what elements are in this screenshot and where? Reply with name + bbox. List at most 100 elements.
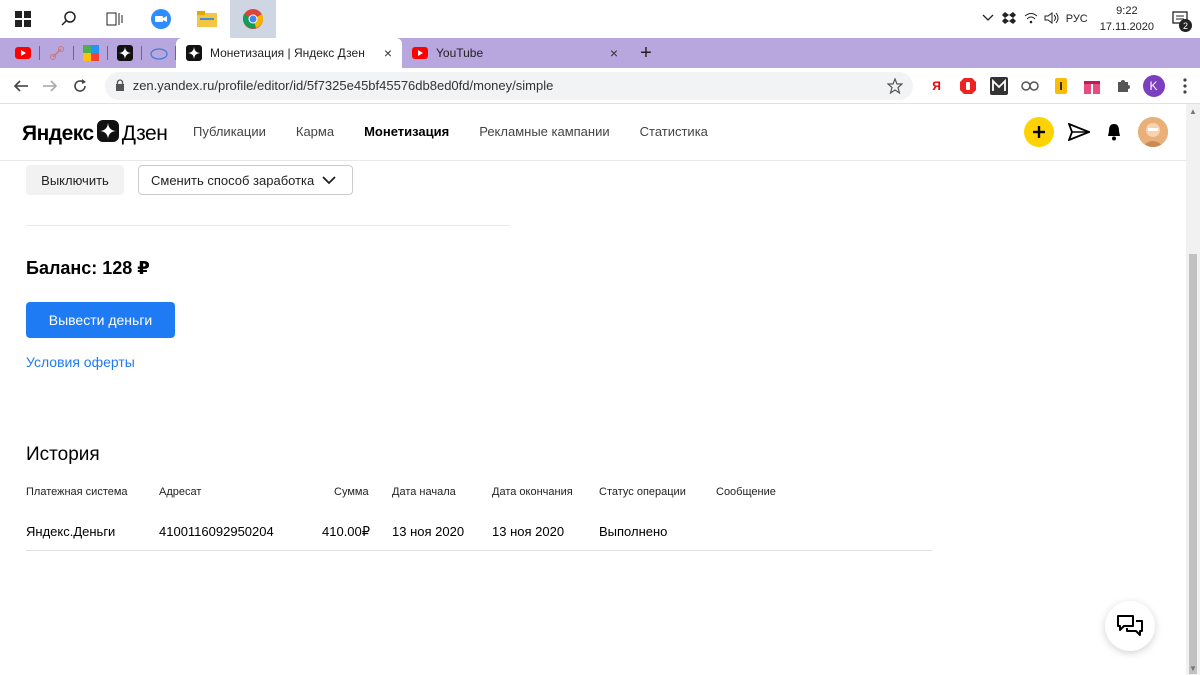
gift-extension-icon[interactable] — [1076, 72, 1107, 100]
speaker-icon[interactable] — [1044, 11, 1060, 27]
forward-arrow-icon[interactable] — [36, 71, 66, 101]
page-content: Яндекс Дзен Публикации Карма Монетизация… — [0, 104, 1186, 675]
new-tab-button[interactable]: + — [628, 38, 664, 68]
link-icon — [50, 46, 64, 60]
scrollbar-thumb[interactable] — [1189, 254, 1197, 674]
profile-avatar[interactable]: K — [1138, 72, 1169, 100]
tab-monetization[interactable]: Монетизация | Яндекс Дзен × — [176, 38, 402, 68]
adblock-extension-icon[interactable] — [952, 72, 983, 100]
extensions-bar: Я K — [921, 72, 1200, 100]
youtube-icon — [412, 47, 428, 59]
cell-amount: 410.00₽ — [322, 524, 371, 539]
logo-zen: Дзен — [121, 122, 168, 145]
column-header-status: Статус операции — [599, 486, 686, 498]
column-header-start-date: Дата начала — [392, 486, 456, 498]
withdraw-money-button[interactable]: Вывести деньги — [26, 302, 175, 338]
offer-terms-link[interactable]: Условия оферты — [26, 354, 135, 370]
wifi-icon[interactable] — [1024, 12, 1038, 27]
zen-logo[interactable]: Яндекс Дзен — [22, 120, 168, 148]
menu-item-statistics[interactable]: Статистика — [640, 124, 708, 139]
reload-icon[interactable] — [65, 71, 95, 101]
menu-kebab-icon[interactable] — [1169, 72, 1200, 100]
site-header: Яндекс Дзен Публикации Карма Монетизация… — [0, 104, 1186, 161]
user-avatar[interactable] — [1138, 117, 1168, 147]
column-header-end-date: Дата окончания — [492, 486, 573, 498]
scroll-down-arrow-icon[interactable]: ▼ — [1186, 661, 1200, 675]
keep-extension-icon[interactable] — [1045, 72, 1076, 100]
notification-center-icon[interactable]: 2 — [1166, 0, 1194, 38]
chat-bubbles-icon — [1117, 615, 1143, 636]
header-actions — [1024, 117, 1168, 147]
language-indicator[interactable]: РУС — [1066, 13, 1088, 25]
address-bar[interactable]: zen.yandex.ru/profile/editor/id/5f7325e4… — [104, 71, 913, 100]
pinned-tab-link[interactable] — [40, 38, 74, 68]
chevron-up-icon[interactable] — [982, 13, 994, 25]
bookmark-star-icon[interactable] — [887, 77, 903, 94]
pinned-tab-cloud[interactable] — [142, 38, 176, 68]
menu-item-publications[interactable]: Публикации — [193, 124, 266, 139]
support-chat-button[interactable] — [1105, 601, 1155, 651]
menu-item-karma[interactable]: Карма — [296, 124, 334, 139]
cell-end-date: 13 ноя 2020 — [492, 524, 565, 539]
balance-amount: Баланс: 128 ₽ — [26, 258, 150, 278]
yandex-extension-label: Я — [932, 78, 941, 93]
tab-title: Монетизация | Яндекс Дзен — [210, 46, 365, 60]
m-extension-icon[interactable] — [983, 72, 1014, 100]
page-scrollbar[interactable]: ▲ ▼ — [1186, 104, 1200, 675]
browser-tabstrip: Монетизация | Яндекс Дзен × YouTube × + … — [0, 38, 1200, 99]
cell-status: Выполнено — [599, 524, 668, 539]
cell-start-date: 13 ноя 2020 — [392, 524, 465, 539]
create-plus-button[interactable] — [1024, 117, 1054, 147]
grammar-extension-icon[interactable] — [1014, 72, 1045, 100]
disable-monetization-button[interactable]: Выключить — [26, 165, 124, 195]
logo-yandex: Яндекс — [22, 122, 94, 145]
menu-item-ad-campaigns[interactable]: Рекламные кампании — [479, 124, 609, 139]
bell-icon[interactable] — [1106, 123, 1122, 141]
send-icon[interactable] — [1068, 123, 1090, 141]
tab-close-icon[interactable]: × — [384, 45, 392, 61]
column-header-message: Сообщение — [716, 486, 776, 498]
pinned-tab-zen[interactable] — [108, 38, 142, 68]
pinned-tab-maps[interactable] — [74, 38, 108, 68]
chevron-down-icon — [322, 173, 336, 188]
clock[interactable]: 9:22 17.11.2020 — [1100, 3, 1154, 35]
column-header-payment-system: Платежная система — [26, 486, 128, 498]
profile-initial: K — [1142, 74, 1165, 97]
cell-payment-system: Яндекс.Деньги — [26, 524, 116, 539]
tab-title: YouTube — [436, 46, 484, 60]
file-explorer-icon[interactable] — [184, 0, 230, 38]
task-view-icon[interactable] — [92, 0, 138, 38]
cell-recipient: 4100116092950204 — [159, 524, 274, 539]
windows-start-icon[interactable] — [0, 0, 46, 38]
tab-youtube[interactable]: YouTube × — [402, 38, 628, 68]
row-divider — [26, 550, 932, 551]
zen-favicon-icon — [186, 45, 202, 61]
section-divider — [26, 225, 510, 226]
tab-close-icon[interactable]: × — [610, 45, 618, 61]
main-menu: Публикации Карма Монетизация Рекламные к… — [193, 124, 738, 139]
zen-favicon-icon — [117, 45, 133, 61]
column-header-amount: Сумма — [334, 486, 369, 498]
scroll-up-arrow-icon[interactable]: ▲ — [1186, 104, 1200, 118]
maps-icon — [83, 45, 99, 61]
zoom-app-icon[interactable] — [138, 0, 184, 38]
yandex-extension-icon[interactable]: Я — [921, 72, 952, 100]
cloud-icon — [150, 48, 168, 60]
chrome-app-icon[interactable] — [230, 0, 276, 38]
pinned-tab-youtube[interactable] — [6, 38, 40, 68]
clock-date: 17.11.2020 — [1099, 21, 1154, 33]
windows-taskbar: РУС 9:22 17.11.2020 2 — [0, 0, 1200, 38]
notification-count: 2 — [1179, 19, 1192, 32]
history-title: История — [26, 444, 100, 465]
change-earning-method-dropdown[interactable]: Сменить способ заработка — [138, 165, 353, 195]
lock-icon — [115, 79, 124, 91]
extensions-puzzle-icon[interactable] — [1107, 72, 1138, 100]
youtube-icon — [15, 47, 31, 59]
browser-toolbar: zen.yandex.ru/profile/editor/id/5f7325e4… — [0, 68, 1200, 104]
back-arrow-icon[interactable] — [6, 71, 36, 101]
search-icon[interactable] — [46, 0, 92, 38]
system-tray: РУС 9:22 17.11.2020 2 — [982, 0, 1200, 38]
menu-item-monetization[interactable]: Монетизация — [364, 124, 449, 139]
column-header-recipient: Адресат — [159, 486, 202, 498]
dropbox-icon[interactable] — [1001, 11, 1016, 27]
